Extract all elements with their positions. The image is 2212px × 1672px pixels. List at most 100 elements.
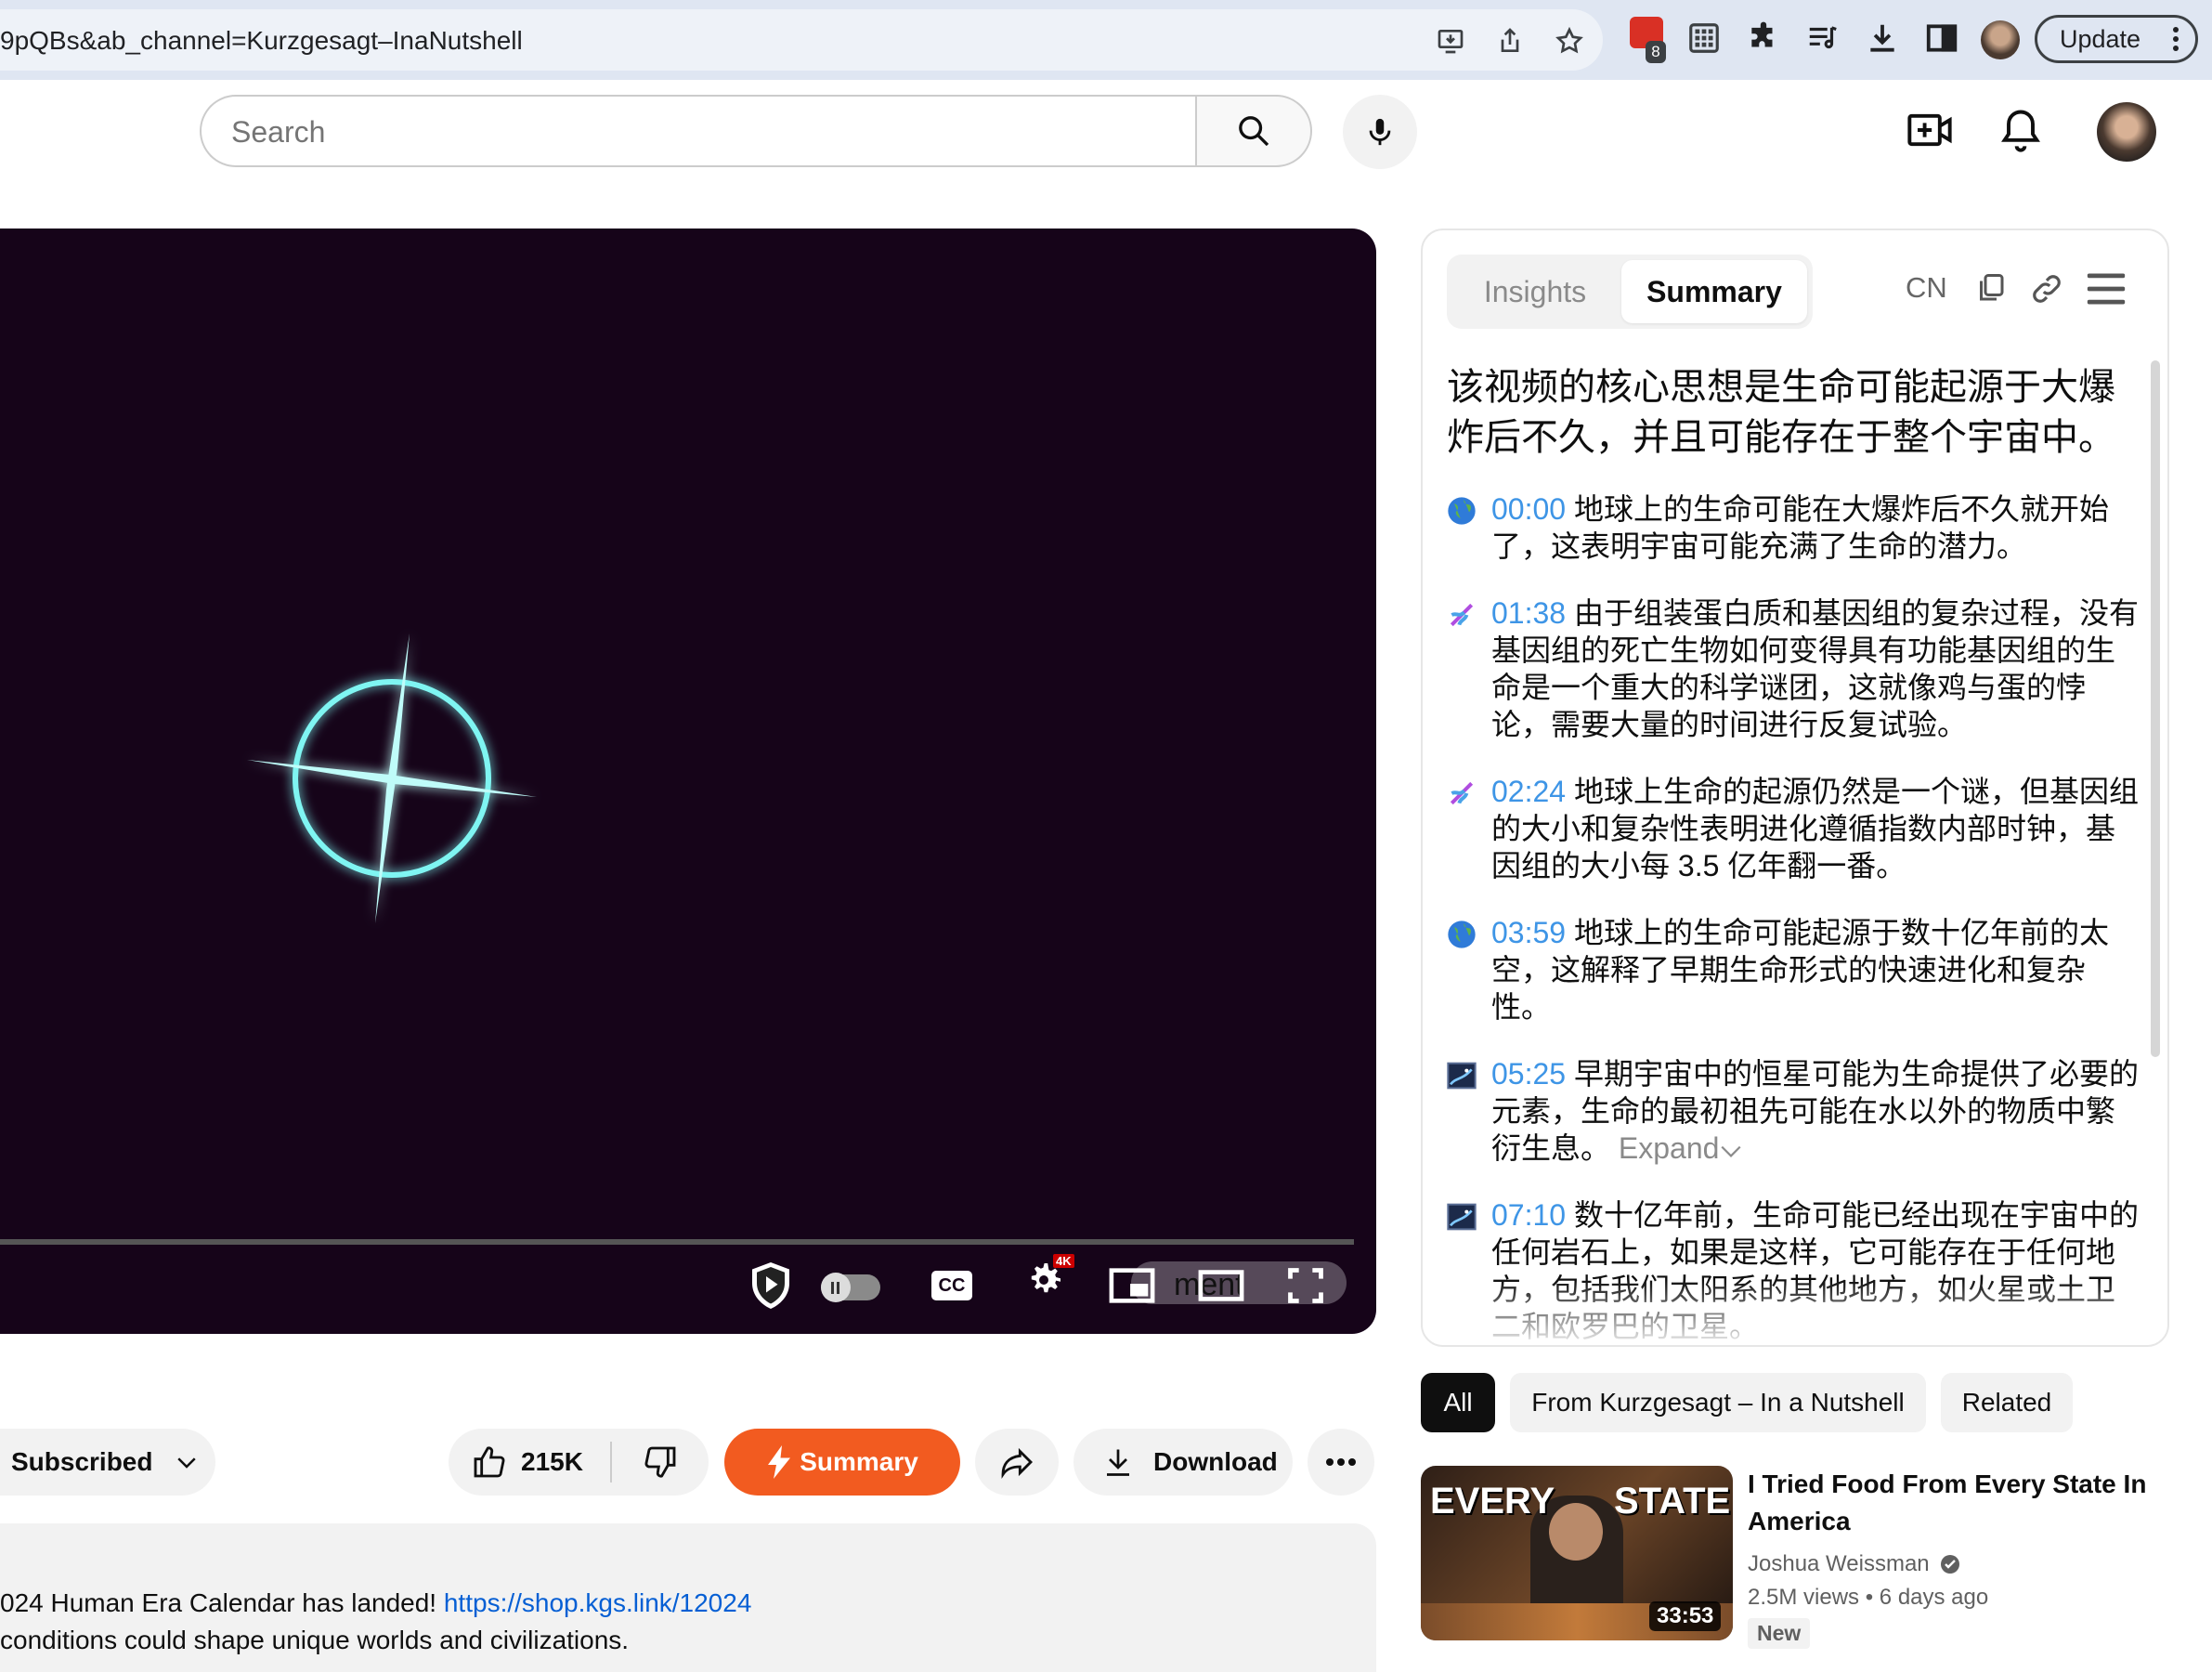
like-button[interactable]: 215K [449, 1429, 610, 1496]
channel-name-text: Joshua Weissman [1748, 1551, 1930, 1576]
extension-badge-count: 8 [1646, 41, 1666, 63]
timestamp-link[interactable]: 01:38 [1491, 596, 1566, 630]
summary-item-body: 早期宇宙中的恒星可能为生命提供了必要的元素，生命的最初祖先可能在水以外的物质中繁… [1491, 1057, 2139, 1165]
chevron-down-icon[interactable] [1719, 1142, 1743, 1160]
address-bar[interactable]: 9pQBs&ab_channel=Kurzgesagt–InaNutshell [0, 9, 1603, 71]
timestamp-link[interactable]: 03:59 [1491, 916, 1566, 949]
puzzle-icon[interactable] [1746, 20, 1781, 56]
video-frame [247, 634, 537, 923]
copy-icon[interactable] [1974, 269, 2008, 307]
pause-bar [837, 1282, 839, 1294]
description-text: 024 Human Era Calendar has landed! [0, 1588, 444, 1617]
dna-icon [1450, 781, 1474, 805]
dislike-button[interactable] [612, 1429, 709, 1496]
create-video-icon[interactable] [1906, 106, 1954, 154]
download-icon[interactable] [1865, 20, 1900, 56]
calendar-link[interactable]: https://shop.kgs.link/12024 [444, 1588, 752, 1617]
video-player[interactable]: CC 4K ment [0, 229, 1376, 1334]
update-button[interactable]: Update [2035, 15, 2198, 63]
like-count: 215K [521, 1447, 583, 1476]
summary-label: Summary [800, 1447, 918, 1476]
tab-summary[interactable]: Summary [1621, 260, 1807, 323]
shield-play-icon[interactable] [743, 1258, 799, 1313]
chevron-down-icon [177, 1457, 197, 1469]
theater-icon[interactable] [1198, 1269, 1244, 1302]
download-label: Download [1153, 1447, 1278, 1476]
summary-item-text: 05:25 早期宇宙中的恒星可能为生命提供了必要的元素，生命的最初祖先可能在水以… [1491, 1055, 2141, 1167]
share-button[interactable] [975, 1429, 1059, 1496]
timestamp-link[interactable]: 05:25 [1491, 1057, 1566, 1091]
bookmark-star-icon[interactable] [1555, 26, 1584, 56]
download-button[interactable]: Download [1073, 1429, 1293, 1496]
fullscreen-icon[interactable] [1285, 1265, 1326, 1306]
channel-name[interactable]: Joshua Weissman [1748, 1551, 1961, 1577]
video-meta: 2.5M views • 6 days ago [1748, 1585, 1989, 1610]
dna-icon [1450, 603, 1474, 627]
timestamp-link[interactable]: 00:00 [1491, 492, 1566, 526]
summary-item-text: 02:24 地球上生命的起源仍然是一个谜，但基因组的大小和复杂性表明进化遵循指数… [1491, 773, 2141, 884]
view-count: 2.5M views [1748, 1585, 1860, 1610]
chip-related[interactable]: Related [1941, 1373, 2073, 1432]
search-button[interactable] [1195, 95, 1312, 167]
progress-bar[interactable] [0, 1239, 1354, 1245]
chip-all[interactable]: All [1421, 1373, 1495, 1432]
summary-item-text: 00:00 地球上的生命可能在大爆炸后不久就开始了，这表明宇宙可能充满了生命的潜… [1491, 490, 2141, 565]
expand-link[interactable]: Expand [1619, 1131, 1720, 1165]
download-icon [1107, 1449, 1129, 1476]
voice-search-button[interactable] [1343, 95, 1417, 169]
summary-headline: 该视频的核心思想是生命可能起源于大爆炸后不久，并且可能存在于整个宇宙中。 [1447, 367, 2115, 458]
verified-icon [1940, 1555, 1959, 1574]
link-icon[interactable] [2026, 271, 2067, 307]
summary-button[interactable]: Summary [724, 1429, 960, 1496]
grid-icon[interactable] [1686, 20, 1722, 56]
timestamp-link[interactable]: 07:10 [1491, 1198, 1566, 1232]
search-input[interactable] [229, 97, 1162, 167]
autoplay-toggle[interactable] [821, 1273, 880, 1302]
like-dislike-group: 215K [449, 1429, 709, 1496]
cc-icon[interactable]: CC [931, 1271, 972, 1300]
description-line: 024 Human Era Calendar has landed! https… [0, 1588, 751, 1618]
globe-icon [1448, 921, 1476, 948]
globe-icon [1448, 497, 1476, 525]
url-text[interactable]: 9pQBs&ab_channel=Kurzgesagt–InaNutshell [0, 26, 523, 56]
summary-item-text: 03:59 地球上的生命可能起源于数十亿年前的太空，这解释了早期生命形式的快速进… [1491, 914, 2141, 1025]
thumbnail-face [1549, 1503, 1603, 1561]
more-actions-button[interactable] [1308, 1429, 1374, 1496]
description-box[interactable]: 024 Human Era Calendar has landed! https… [0, 1523, 1376, 1672]
profile-avatar[interactable] [1981, 20, 2020, 59]
search-box [200, 95, 1195, 167]
description-line: conditions could shape unique worlds and… [0, 1626, 630, 1654]
bell-icon[interactable] [1997, 106, 2045, 154]
more-horizontal-icon [1326, 1458, 1356, 1466]
space-image-icon [1447, 1062, 1477, 1090]
mic-icon [1369, 118, 1391, 146]
share-arrow-icon [1001, 1447, 1034, 1480]
install-icon[interactable] [1436, 26, 1465, 56]
avatar[interactable] [2097, 102, 2156, 162]
autoplay-knob [821, 1273, 851, 1302]
summary-item-text: 01:38 由于组装蛋白质和基因组的复杂过程，没有基因组的死亡生物如何变得具有功… [1491, 594, 2141, 743]
timestamp-link[interactable]: 02:24 [1491, 775, 1566, 808]
settings-quality-badge: 4K [1053, 1254, 1074, 1268]
summary-panel: Insights Summary CN 该视频的核心思想是生命可能起源于大爆炸后… [1421, 229, 2169, 1347]
hamburger-menu-icon[interactable] [2086, 271, 2127, 307]
share-icon[interactable] [1495, 26, 1525, 56]
thumbs-up-icon [474, 1446, 505, 1478]
chip-from-channel[interactable]: From Kurzgesagt – In a Nutshell [1510, 1373, 1926, 1432]
upload-age: 6 days ago [1879, 1585, 1989, 1610]
glowing-crosshair-graphic [247, 634, 537, 923]
new-badge: New [1748, 1618, 1811, 1649]
reading-list-icon[interactable] [1805, 20, 1841, 56]
panel-scrollbar[interactable] [2151, 360, 2160, 1057]
lightning-icon [768, 1445, 791, 1479]
search-icon [1239, 116, 1269, 147]
side-panel-icon[interactable] [1924, 20, 1959, 56]
thumbs-down-icon [644, 1446, 676, 1478]
language-button[interactable]: CN [1906, 271, 1947, 305]
video-duration: 33:53 [1649, 1601, 1722, 1631]
thumbnail-text: STATE [1614, 1481, 1731, 1522]
pause-bar [831, 1282, 834, 1294]
video-title[interactable]: I Tried Food From Every State In America [1748, 1466, 2156, 1540]
tab-insights[interactable]: Insights [1447, 255, 1623, 329]
subscribed-button[interactable]: Subscribed [0, 1429, 215, 1496]
